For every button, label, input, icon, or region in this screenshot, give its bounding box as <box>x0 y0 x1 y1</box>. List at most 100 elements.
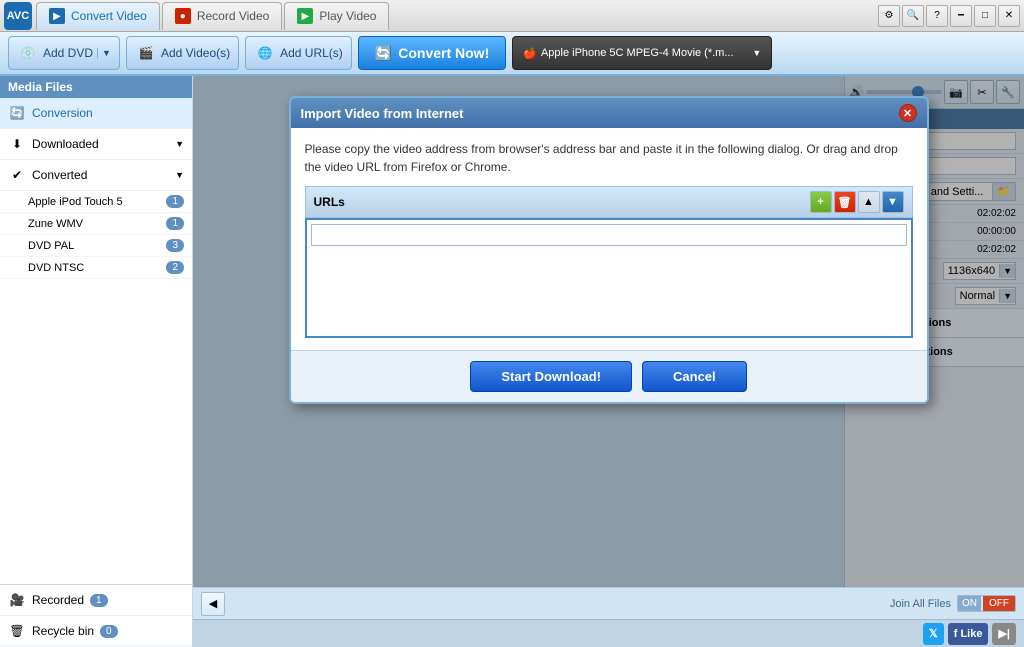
downloaded-arrow-icon: ▼ <box>175 139 184 149</box>
minimize-button[interactable]: 🗕 <box>950 5 972 27</box>
title-bar: AVC ▶ Convert Video ● Record Video ▶ Pla… <box>0 0 1024 32</box>
main-layout: Media Files 🔄 Conversion ⬇ Downloaded ▼ … <box>0 76 1024 647</box>
sidebar-bottom: 🎥 Recorded 1 🗑 Recycle bin 0 <box>0 584 192 647</box>
close-button[interactable]: ✕ <box>998 5 1020 27</box>
import-video-modal: Import Video from Internet ✕ Please copy… <box>289 96 929 404</box>
profile-selector-button[interactable]: 🍎 Apple iPhone 5C MPEG-4 Movie (*.m... ▼ <box>512 36 772 70</box>
record-tab-icon: ● <box>175 8 191 24</box>
settings-icon[interactable]: ⚙ <box>878 5 900 27</box>
sidebar-item-dvd-pal[interactable]: DVD PAL 3 <box>0 235 192 257</box>
add-urls-icon: 🌐 <box>254 42 276 64</box>
modal-body: Please copy the video address from brows… <box>291 128 927 350</box>
record-tab-label: Record Video <box>197 9 270 23</box>
tab-play-video[interactable]: ▶ Play Video <box>284 2 389 30</box>
convert-tab-label: Convert Video <box>71 9 147 23</box>
add-urls-label: Add URL(s) <box>280 46 343 60</box>
sidebar: Media Files 🔄 Conversion ⬇ Downloaded ▼ … <box>0 76 193 647</box>
cancel-button[interactable]: Cancel <box>642 361 747 392</box>
zune-badge: 1 <box>166 217 184 230</box>
facebook-icon: f <box>954 628 958 640</box>
recycle-badge: 0 <box>100 625 118 638</box>
recorded-badge: 1 <box>90 594 108 607</box>
url-input[interactable] <box>311 224 907 246</box>
main-toolbar: 💿 Add DVD ▼ 🎬 Add Video(s) 🌐 Add URL(s) … <box>0 32 1024 76</box>
modal-description: Please copy the video address from brows… <box>305 140 913 176</box>
play-tab-label: Play Video <box>319 9 376 23</box>
help-icon[interactable]: ? <box>926 5 948 27</box>
search-icon[interactable]: 🔍 <box>902 5 924 27</box>
join-toggle[interactable]: ON OFF <box>957 595 1016 612</box>
add-dvd-button[interactable]: 💿 Add DVD ▼ <box>8 36 120 70</box>
media-button[interactable]: ▶| <box>992 623 1016 645</box>
toggle-off-label: OFF <box>983 596 1015 611</box>
start-download-button[interactable]: Start Download! <box>470 361 632 392</box>
join-all-files-label: Join All Files <box>890 598 951 610</box>
bottom-bar: ◀ Join All Files ON OFF <box>193 587 1024 619</box>
content-wrapper: 🔊 📷 ✂ 🔧 Basic Settings 1 01 - 17 <box>193 76 1024 647</box>
sidebar-spacer <box>0 279 192 584</box>
url-table-actions: + 🗑 ▲ ▼ <box>810 191 904 213</box>
tab-record-video[interactable]: ● Record Video <box>162 2 283 30</box>
dvd-pal-label: DVD PAL <box>28 240 166 252</box>
add-urls-button[interactable]: 🌐 Add URL(s) <box>245 36 352 70</box>
dvd-pal-badge: 3 <box>166 239 184 252</box>
maximize-button[interactable]: □ <box>974 5 996 27</box>
title-tabs: ▶ Convert Video ● Record Video ▶ Play Vi… <box>36 2 878 30</box>
content-area: 🔊 📷 ✂ 🔧 Basic Settings 1 01 - 17 <box>193 76 1024 587</box>
recycle-icon: 🗑 <box>8 622 26 640</box>
url-add-button[interactable]: + <box>810 191 832 213</box>
sidebar-item-downloaded[interactable]: ⬇ Downloaded ▼ <box>0 129 192 160</box>
url-table-header: URLs + 🗑 ▲ ▼ <box>305 186 913 218</box>
zune-label: Zune WMV <box>28 218 166 230</box>
converted-icon: ✔ <box>8 166 26 184</box>
modal-header: Import Video from Internet ✕ <box>291 98 927 128</box>
modal-overlay: Import Video from Internet ✕ Please copy… <box>193 76 1024 587</box>
recycle-label: Recycle bin <box>32 624 94 638</box>
url-move-down-button[interactable]: ▼ <box>882 191 904 213</box>
sidebar-item-apple-ipod[interactable]: Apple iPod Touch 5 1 <box>0 191 192 213</box>
sidebar-item-recycle[interactable]: 🗑 Recycle bin 0 <box>0 616 192 647</box>
sidebar-item-recorded[interactable]: 🎥 Recorded 1 <box>0 585 192 616</box>
toggle-on-label: ON <box>958 596 981 611</box>
downloaded-label: Downloaded <box>32 137 99 151</box>
window-controls: ⚙ 🔍 ? 🗕 □ ✕ <box>878 5 1020 27</box>
url-delete-button[interactable]: 🗑 <box>834 191 856 213</box>
tab-convert-video[interactable]: ▶ Convert Video <box>36 2 160 30</box>
convert-refresh-icon: 🔄 <box>375 45 392 62</box>
urls-label: URLs <box>314 195 345 209</box>
twitter-button[interactable]: 𝕏 <box>923 623 944 645</box>
modal-footer: Start Download! Cancel <box>291 350 927 402</box>
apple-icon: 🍎 <box>523 47 537 60</box>
recorded-label: Recorded <box>32 593 84 607</box>
add-videos-button[interactable]: 🎬 Add Video(s) <box>126 36 239 70</box>
play-tab-icon: ▶ <box>297 8 313 24</box>
profile-label: Apple iPhone 5C MPEG-4 Movie (*.m... <box>541 47 734 59</box>
sidebar-item-dvd-ntsc[interactable]: DVD NTSC 2 <box>0 257 192 279</box>
modal-close-button[interactable]: ✕ <box>899 104 917 122</box>
sidebar-item-zune[interactable]: Zune WMV 1 <box>0 213 192 235</box>
apple-ipod-badge: 1 <box>166 195 184 208</box>
dvd-ntsc-badge: 2 <box>166 261 184 274</box>
add-videos-label: Add Video(s) <box>161 46 230 60</box>
app-logo: AVC <box>4 2 32 30</box>
conversion-icon: 🔄 <box>8 104 26 122</box>
convert-tab-icon: ▶ <box>49 8 65 24</box>
add-dvd-dropdown-arrow[interactable]: ▼ <box>97 48 111 58</box>
profile-dropdown-arrow: ▼ <box>752 48 761 58</box>
twitter-icon: 𝕏 <box>929 627 938 640</box>
sidebar-header: Media Files <box>0 76 192 98</box>
add-dvd-label: Add DVD <box>43 46 93 60</box>
sidebar-item-conversion[interactable]: 🔄 Conversion <box>0 98 192 129</box>
media-icon: ▶| <box>998 627 1010 640</box>
nav-prev-button[interactable]: ◀ <box>201 592 225 616</box>
sidebar-item-converted[interactable]: ✔ Converted ▼ <box>0 160 192 191</box>
add-videos-icon: 🎬 <box>135 42 157 64</box>
modal-title: Import Video from Internet <box>301 106 464 121</box>
recorded-icon: 🎥 <box>8 591 26 609</box>
converted-arrow-icon: ▼ <box>175 170 184 180</box>
dvd-ntsc-label: DVD NTSC <box>28 262 166 274</box>
convert-now-button[interactable]: 🔄 Convert Now! <box>358 36 506 70</box>
url-move-up-button[interactable]: ▲ <box>858 191 880 213</box>
facebook-button[interactable]: f Like <box>948 623 989 645</box>
downloaded-icon: ⬇ <box>8 135 26 153</box>
